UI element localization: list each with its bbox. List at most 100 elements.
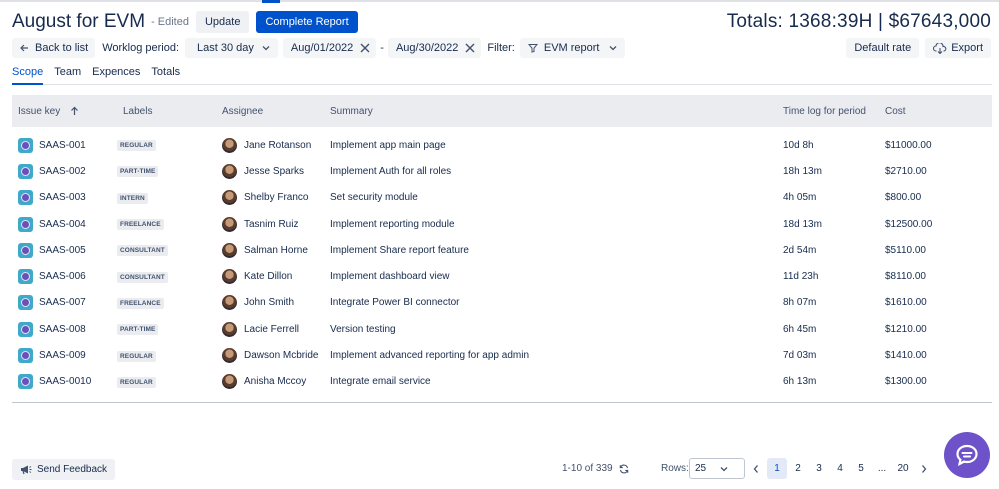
page-4[interactable]: 4 [830,458,850,479]
summary-cell: Implement dashboard view [330,271,450,283]
rows-per-page-select[interactable]: 25 [689,458,745,479]
label-cell: REGULAR [117,376,222,388]
assignee-cell: Dawson Mcbride [222,348,327,364]
page-5[interactable]: 5 [851,458,871,479]
col-assignee[interactable]: Assignee [222,106,327,117]
issue-key[interactable]: SAAS-002 [39,166,86,177]
issue-key-cell[interactable]: SAAS-007 [12,295,117,311]
avatar [222,216,237,232]
report-tabs: Scope Team Expences Totals [12,66,992,85]
table-row[interactable]: SAAS-008 PART-TIME Lacie Ferrell Version te… [12,316,992,342]
send-feedback-button[interactable]: Send Feedback [12,458,116,480]
page-20[interactable]: 20 [893,458,913,479]
issue-key[interactable]: SAAS-0010 [39,376,91,387]
label-badge: REGULAR [117,140,156,152]
col-time-log[interactable]: Time log for period [780,106,885,117]
tab-expences[interactable]: Expences [92,66,140,85]
report-header: August for EVM - Edited Update Complete … [12,10,991,34]
label-cell: INTERN [117,192,222,204]
issue-key-cell[interactable]: SAAS-005 [12,242,117,258]
refresh-icon[interactable] [619,464,629,474]
prev-page-button[interactable] [746,458,766,479]
table-row[interactable]: SAAS-0010 REGULAR Anisha Mccoy Integrate em… [12,369,992,395]
filter-select[interactable]: EVM report [519,38,625,58]
date-from-field[interactable]: Aug/01/2022 [282,38,377,58]
period-select[interactable]: Last 30 day [185,38,278,58]
page-3[interactable]: 3 [809,458,829,479]
chevron-left-icon [753,464,758,473]
issue-key[interactable]: SAAS-004 [39,219,86,230]
avatar [222,269,237,285]
issue-key-cell[interactable]: SAAS-002 [12,163,117,179]
issue-key[interactable]: SAAS-007 [39,297,86,308]
filter-label: Filter: [487,42,515,54]
label-badge: PART-TIME [117,324,159,336]
close-icon[interactable] [465,43,475,53]
issue-key-cell[interactable]: SAAS-008 [12,321,117,337]
avatar [222,242,237,258]
summary-cell: Integrate Power BI connector [330,297,460,309]
export-button[interactable]: Export [925,38,991,58]
assignee-name: Kate Dillon [244,271,293,283]
cost-cell: $1610.00 [885,297,927,309]
table-row[interactable]: SAAS-009 REGULAR Dawson Mcbride Implement a… [12,342,992,368]
issue-key[interactable]: SAAS-008 [39,324,86,335]
chevron-down-icon [262,44,270,52]
issue-key[interactable]: SAAS-005 [39,245,86,256]
assignee-name: John Smith [244,297,295,309]
issue-key-cell[interactable]: SAAS-006 [12,269,117,285]
issue-key-cell[interactable]: SAAS-003 [12,190,117,206]
issue-key[interactable]: SAAS-006 [39,271,86,282]
col-summary[interactable]: Summary [327,106,780,117]
label-badge: CONSULTANT [117,271,168,283]
assignee-name: Shelby Franco [244,192,309,204]
issue-key-cell[interactable]: SAAS-009 [12,348,117,364]
date-to-field[interactable]: Aug/30/2022 [387,38,482,58]
chat-button[interactable] [944,432,990,478]
table-row[interactable]: SAAS-007 FREELANCE John Smith Integrate Pow… [12,290,992,316]
tab-totals[interactable]: Totals [151,66,180,85]
issue-key[interactable]: SAAS-009 [39,350,86,361]
tab-team[interactable]: Team [54,66,81,85]
issue-key[interactable]: SAAS-001 [39,140,86,151]
assignee-cell: Lacie Ferrell [222,321,327,337]
tab-scope[interactable]: Scope [12,66,44,85]
issue-key-cell[interactable]: SAAS-004 [12,216,117,232]
table-row[interactable]: SAAS-001 REGULAR Jane Rotanson Implement ap… [12,132,992,158]
col-issue-key[interactable]: Issue key [12,106,117,117]
time-cell: 2d 54m [783,244,817,256]
table-row[interactable]: SAAS-004 FREELANCE Tasnim Ruiz Implement re… [12,211,992,237]
complete-report-button[interactable]: Complete Report [256,11,358,33]
date-range-dash: - [380,42,384,54]
date-from-value: Aug/01/2022 [290,42,354,54]
jira-issue-icon [18,163,33,179]
worklog-table: Issue key Labels Assignee Summary Time l… [12,95,992,403]
update-button[interactable]: Update [195,11,250,33]
label-badge: REGULAR [117,350,156,362]
close-icon[interactable] [360,43,370,53]
time-cell: 6h 13m [783,376,817,388]
col-cost[interactable]: Cost [885,106,992,117]
arrow-left-icon [19,43,29,53]
page-2[interactable]: 2 [788,458,808,479]
default-rate-button[interactable]: Default rate [846,38,920,58]
col-labels[interactable]: Labels [117,106,222,117]
arrow-up-icon[interactable] [70,106,79,116]
table-row[interactable]: SAAS-005 CONSULTANT Salman Horne Implement … [12,237,992,263]
summary-cell: Version testing [330,323,396,335]
issue-key-cell[interactable]: SAAS-0010 [12,374,117,390]
megaphone-icon [20,464,32,475]
next-page-button[interactable] [914,458,934,479]
page-1[interactable]: 1 [767,458,787,479]
table-row[interactable]: SAAS-002 PART-TIME Jesse Sparks Implement A… [12,158,992,184]
assignee-cell: Kate Dillon [222,269,327,285]
assignee-name: Tasnim Ruiz [244,218,299,230]
issue-key[interactable]: SAAS-003 [39,192,86,203]
back-to-list-button[interactable]: Back to list [12,38,96,58]
edited-status: - Edited [151,16,189,28]
chevron-right-icon [922,464,927,473]
issue-key-cell[interactable]: SAAS-001 [12,137,117,153]
table-row[interactable]: SAAS-006 CONSULTANT Kate Dillon Implement d… [12,263,992,289]
table-row[interactable]: SAAS-003 INTERN Shelby Franco Set security … [12,185,992,211]
assignee-cell: Salman Horne [222,242,327,258]
